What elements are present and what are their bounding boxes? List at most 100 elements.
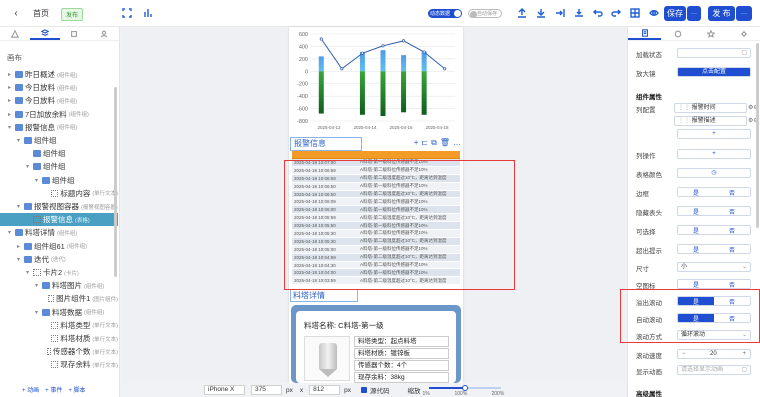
tree-item[interactable]: ▾ 卡片2 (卡片) [0,266,118,279]
tree-item[interactable]: 图片组件1 (图片组件) [0,292,118,305]
minus-icon[interactable]: − [682,350,686,358]
more-icon[interactable]: … [453,139,461,147]
delete-icon[interactable]: 🗑 [440,139,450,147]
tab-event[interactable] [727,27,760,40]
flow-icon[interactable] [554,7,566,19]
preview-eye-icon[interactable] [648,7,660,19]
expand-arrow-icon[interactable]: ▾ [15,256,22,263]
overflow-tip-yes[interactable]: 是 [678,245,714,253]
selectable-no[interactable]: 否 [714,226,750,234]
tree-item[interactable]: 传感器个数 (单行文本) [0,345,118,358]
tab-data[interactable] [60,27,90,40]
tree-item[interactable]: ▾ 报警视图容器 (报警视图容器) [0,200,118,213]
border-yes[interactable]: 是 [678,188,714,196]
tree-item[interactable]: ▾ 组件组 [0,134,118,147]
layout-icon[interactable] [142,7,154,19]
expand-arrow-icon[interactable]: ▸ [6,111,13,118]
bar-line-chart[interactable]: 600 400 200 0 -200 -400 -600 -800 2025-04-12 2025… [289,27,463,135]
tree-item[interactable]: ▸ 昨日概述 (组件组) [0,68,118,81]
hide-header-yes[interactable]: 是 [678,207,714,215]
alarm-title[interactable]: 报警信息 [290,137,362,151]
tree-item[interactable]: ▸ 今日放料 (组件组) [0,81,118,94]
tree-item[interactable]: ▾ 料塔图片 (组件组) [0,279,118,292]
source-label[interactable]: 源代码 [370,385,390,395]
drag-handle-icon[interactable]: ⋮⋮ [678,118,690,124]
publish-more-button[interactable]: ··· [736,6,752,21]
back-icon[interactable]: ‹ [11,8,21,19]
undo-icon[interactable] [592,7,604,19]
selectable-yes[interactable]: 是 [678,226,714,234]
tab-style[interactable] [661,27,694,40]
copy-icon[interactable]: ⧉ [431,139,437,147]
tree-item[interactable]: ▾ 组件组 [0,160,118,173]
add-event-link[interactable]: + 事件 [45,385,62,394]
add-column-button[interactable]: + [677,129,751,139]
height-input[interactable]: 812 [309,385,341,395]
color-picker[interactable]: ◷ [677,168,751,178]
hide-header-no[interactable]: 否 [714,207,750,215]
expand-arrow-icon[interactable]: ▾ [24,269,31,276]
hide-header-toggle[interactable]: 是否 [677,206,751,216]
empty-icon-yes[interactable]: 是 [678,280,714,288]
save-button[interactable]: 保存 [664,6,686,21]
layer-scrollbar[interactable] [114,87,117,277]
expand-arrow-icon[interactable]: ▾ [33,309,40,316]
empty-icon-no[interactable]: 否 [714,280,750,288]
tree-item[interactable]: 组件组 [0,147,118,160]
tree-item[interactable]: ▸ 今日放料 (组件组) [0,94,118,107]
plus-icon[interactable]: + [742,350,746,358]
add-script-link[interactable]: + 脚本 [68,385,85,394]
show-anim-select[interactable]: 请选择显示动画 ▢ [677,365,751,375]
column-item-1[interactable]: ⋮⋮ 报警时间 [674,103,747,113]
load-state-field[interactable]: ▢ [677,48,751,58]
expand-arrow-icon[interactable]: ▸ [6,84,13,91]
drag-handle-icon[interactable]: ⋮⋮ [678,105,690,111]
zoom-slider[interactable]: 1% 100% 200% [423,385,504,397]
fit-screen-icon[interactable] [121,7,133,19]
insert-icon[interactable]: ⊏ [421,139,428,147]
expand-arrow-icon[interactable]: ▾ [15,203,22,210]
expand-arrow-icon[interactable]: ▾ [33,177,40,184]
border-toggle[interactable]: 是否 [677,187,751,197]
import-icon[interactable] [535,7,547,19]
export-icon[interactable] [516,7,528,19]
tab-animation[interactable] [694,27,727,40]
tree-item[interactable]: 现存余料 (单行文本) [0,358,118,371]
expand-arrow-icon[interactable]: ▾ [6,124,13,131]
selectable-toggle[interactable]: 是否 [677,225,751,235]
tree-item[interactable]: ▸ 组件组61 (组件组) [0,240,118,253]
tree-item[interactable]: ▾ 组件组 [0,174,118,187]
expand-arrow-icon[interactable]: ▾ [24,163,31,170]
tree-item[interactable]: ▾ 料塔数据 (组件组) [0,306,118,319]
empty-icon-toggle[interactable]: 是否 [677,279,751,289]
expand-arrow-icon[interactable]: ▸ [15,243,22,250]
tower-title[interactable]: 料塔详情 [290,289,358,302]
zoom-config-button[interactable]: 点击配置 [677,67,751,77]
add-col-action-button[interactable]: + [677,149,751,159]
tab-user[interactable] [89,27,119,40]
overflow-tip-toggle[interactable]: 是否 [677,244,751,254]
tree-item[interactable]: 料塔材质 (单行文本) [0,332,118,345]
redo-icon[interactable] [610,7,622,19]
tree-item[interactable]: ▾ 迭代 (迭代) [0,253,118,266]
source-checkbox[interactable] [361,387,367,393]
width-input[interactable]: 375 [251,385,282,395]
add-icon[interactable]: + [414,139,419,147]
tree-item[interactable]: 标题内容 (单行文本) [0,187,118,200]
expand-arrow-icon[interactable]: ▾ [33,282,40,289]
expand-arrow-icon[interactable]: ▸ [6,97,13,104]
tree-item[interactable]: ▾ 报警信息 (组件组) [0,121,118,134]
expand-arrow-icon[interactable]: ▸ [6,71,13,78]
grid-icon[interactable] [629,7,641,19]
column-item-2[interactable]: ⋮⋮ 报警描述 [674,116,747,126]
size-select[interactable]: 小 ⌄ [677,262,751,272]
publish-button[interactable]: 发 布 [708,6,735,21]
tower-card[interactable]: 料塔名称: C料塔-第一级 料塔类型：起点料塔 料塔材质：镀锌板 传感器个数：4… [291,305,461,383]
device-select[interactable]: iPhone X ⌄ [204,385,245,397]
expand-arrow-icon[interactable]: ▾ [15,137,22,144]
overflow-tip-no[interactable]: 否 [714,245,750,253]
scroll-speed-stepper[interactable]: − 20 + [677,349,751,359]
tab-props[interactable] [628,27,661,40]
tree-item[interactable]: 报警信息 (表格) [0,213,118,227]
border-no[interactable]: 否 [714,188,750,196]
